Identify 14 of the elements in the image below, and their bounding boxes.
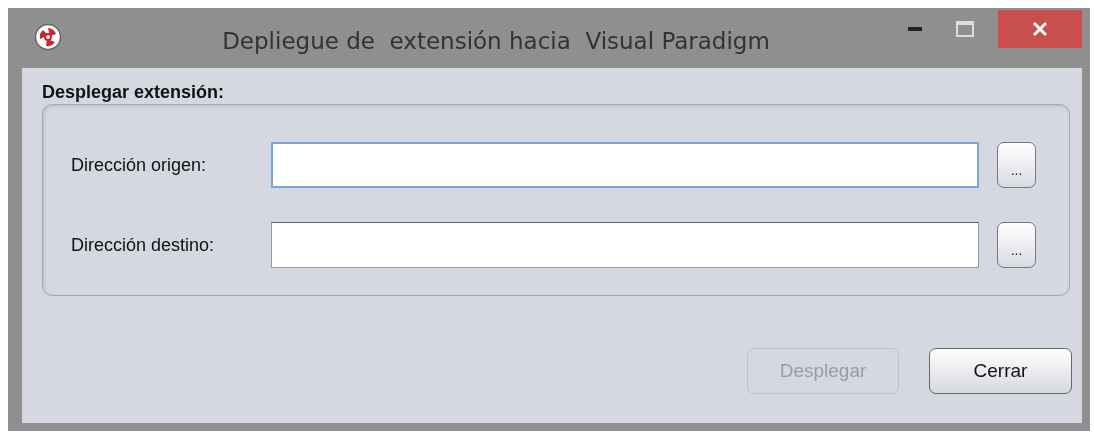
close-button[interactable] bbox=[998, 10, 1082, 48]
app-icon bbox=[34, 23, 62, 51]
browse-button[interactable]: ... bbox=[997, 222, 1036, 268]
window-title: Depliegue de extensión hacia Visual Paradigm bbox=[221, 28, 771, 54]
field-label: Dirección origen: bbox=[71, 154, 208, 176]
input-field[interactable] bbox=[271, 142, 979, 188]
maximize-icon bbox=[956, 21, 974, 37]
field-label: Dirección destino: bbox=[71, 234, 216, 256]
group-title: Desplegar extensión: bbox=[42, 82, 226, 104]
close-icon bbox=[1032, 21, 1048, 37]
dialog-button[interactable]: Cerrar bbox=[929, 348, 1072, 394]
minimize-icon bbox=[908, 27, 922, 31]
browse-button[interactable]: ... bbox=[997, 142, 1036, 188]
input-field[interactable] bbox=[271, 222, 979, 268]
